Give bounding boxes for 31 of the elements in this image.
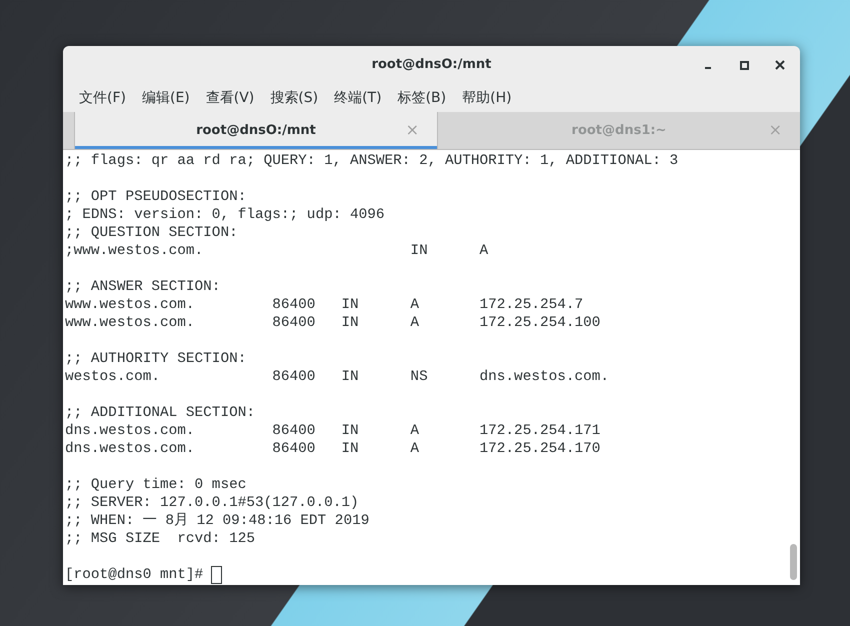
- output-line: dns.westos.com. 86400 IN A 172.25.254.171: [65, 422, 602, 440]
- output-line: ;; ADDITIONAL SECTION:: [65, 404, 256, 422]
- menu-item[interactable]: 查看(V): [198, 88, 262, 108]
- output-line: westos.com. 86400 IN NS dns.westos.com.: [65, 368, 610, 386]
- terminal-tab[interactable]: root@dnsO:/mnt ×: [74, 112, 438, 149]
- output-line: ;; SERVER: 127.0.0.1#53(127.0.0.1): [65, 494, 360, 512]
- output-line: ;; OPT PSEUDOSECTION:: [65, 188, 248, 206]
- output-line: dns.westos.com. 86400 IN A 172.25.254.170: [65, 440, 602, 458]
- text-cursor: [211, 566, 222, 584]
- menu-item[interactable]: 文件(F): [71, 88, 134, 108]
- output-line: ;; WHEN: 一 8月 12 09:48:16 EDT 2019: [65, 512, 370, 530]
- shell-prompt: [root@dns0 mnt]#: [65, 566, 204, 584]
- output-line: ;; flags: qr aa rd ra; QUERY: 1, ANSWER: 2, AUTHORITY: 1, ADDITIONAL: 3: [65, 152, 680, 170]
- output-line: ;; AUTHORITY SECTION:: [65, 350, 248, 368]
- menu-item[interactable]: 编辑(E): [134, 88, 198, 108]
- output-line: ;; Query time: 0 msec: [65, 476, 248, 494]
- output-line: ;; QUESTION SECTION:: [65, 224, 239, 242]
- window-title: root@dnsO:/mnt: [372, 56, 492, 74]
- scrollbar-thumb[interactable]: [790, 544, 797, 580]
- output-line: ;; ANSWER SECTION:: [65, 278, 222, 296]
- maximize-icon: [740, 60, 748, 70]
- menu-item[interactable]: 搜索(S): [262, 88, 326, 108]
- output-line: ;; MSG SIZE rcvd: 125: [65, 530, 256, 548]
- close-icon: [775, 60, 785, 70]
- menu-item[interactable]: 终端(T): [326, 88, 390, 108]
- output-line: ; EDNS: version: 0, flags:; udp: 4096: [65, 206, 386, 224]
- output-line: ;www.westos.com. IN A: [65, 242, 490, 260]
- menu-item[interactable]: 标签(B): [390, 88, 454, 108]
- menu-item[interactable]: 帮助(H): [454, 88, 520, 108]
- output-line: www.westos.com. 86400 IN A 172.25.254.7: [65, 296, 584, 314]
- output-line: www.westos.com. 86400 IN A 172.25.254.100: [65, 314, 602, 332]
